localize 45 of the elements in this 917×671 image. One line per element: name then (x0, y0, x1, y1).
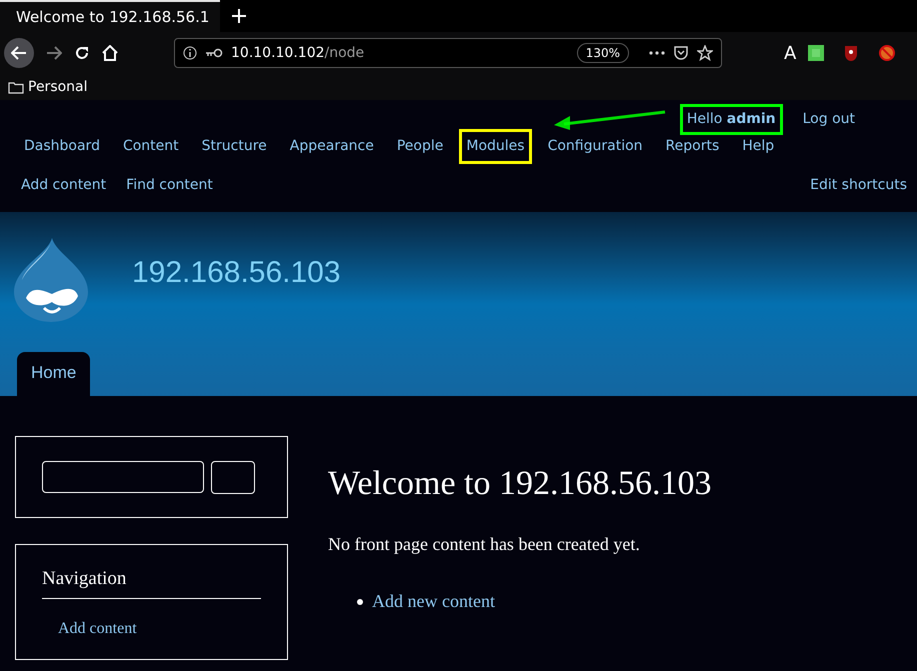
shield-extension-icon[interactable] (844, 45, 858, 61)
add-content-link[interactable]: Add new content (372, 588, 495, 615)
url-text: 10.10.10.102/node (231, 44, 364, 62)
back-arrow-icon (11, 46, 27, 60)
tab-title: Welcome to 192.168.56.1 (16, 6, 210, 28)
star-icon[interactable] (697, 45, 713, 61)
square-extension-icon[interactable] (808, 45, 824, 61)
home-icon[interactable] (102, 45, 118, 61)
navigation-title: Navigation (42, 565, 261, 598)
key-icon[interactable] (205, 48, 223, 58)
bullet-icon (357, 598, 363, 604)
empty-message: No front page content has been created yet. (328, 533, 641, 556)
admin-menu-item[interactable]: Dashboard (17, 128, 107, 164)
blocked-extension-icon[interactable] (878, 44, 896, 62)
info-icon[interactable] (183, 46, 197, 60)
search-field[interactable] (42, 461, 204, 493)
admin-menu-item[interactable]: Content (116, 128, 186, 164)
new-tab-icon[interactable] (232, 9, 246, 23)
browser-tab[interactable]: Welcome to 192.168.56.1 (0, 0, 220, 32)
admin-menu-item[interactable]: Modules (459, 128, 532, 164)
edit-shortcuts-link[interactable]: Edit shortcuts (810, 175, 907, 196)
address-bar[interactable]: 10.10.10.102/node 130% (174, 38, 722, 68)
drop-logo[interactable] (12, 236, 90, 322)
back-button[interactable] (4, 38, 34, 68)
bookmark-folder[interactable]: Personal (8, 76, 88, 98)
shield-icon[interactable] (673, 45, 689, 61)
navigation-link[interactable]: Add content (58, 616, 261, 640)
zoom-badge[interactable]: 130% (576, 43, 629, 63)
forward-arrow-icon[interactable] (46, 46, 62, 60)
admin-menu-item[interactable]: Structure (194, 128, 274, 164)
logout-link[interactable]: Log out (802, 108, 855, 130)
admin-menu-item[interactable]: Appearance (282, 128, 381, 164)
folder-icon (8, 80, 24, 94)
admin-menu-item[interactable]: Configuration (540, 128, 650, 164)
reload-icon[interactable] (74, 45, 90, 61)
admin-menu-item[interactable]: People (390, 128, 450, 164)
site-name[interactable]: 192.168.56.103 (132, 250, 341, 295)
page-title: Welcome to 192.168.56.103 (328, 464, 712, 504)
greeting-text: Hello admin (680, 104, 783, 134)
search-button[interactable] (211, 460, 255, 494)
shortcut-link[interactable]: Find content (126, 175, 213, 196)
more-icon[interactable] (649, 51, 665, 55)
extension-letter[interactable]: A (784, 40, 796, 66)
home-tab[interactable]: Home (17, 352, 90, 396)
shortcut-link[interactable]: Add content (21, 175, 106, 196)
